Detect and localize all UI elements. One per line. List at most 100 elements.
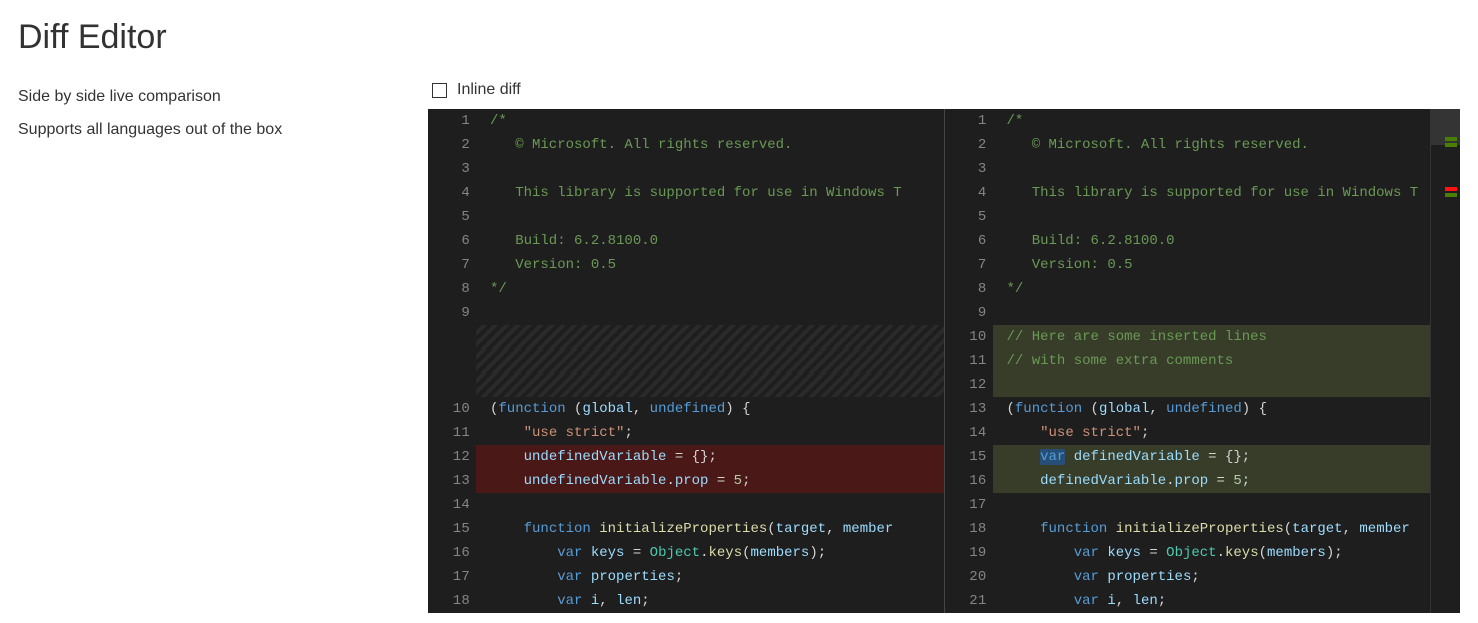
line-number: 9	[428, 301, 476, 325]
line-number: 2	[945, 133, 993, 157]
code-left[interactable]: /* © Microsoft. All rights reserved. Thi…	[476, 109, 944, 613]
line-number: 1	[945, 109, 993, 133]
overview-removed-mark[interactable]	[1445, 187, 1457, 191]
line-number: 5	[428, 205, 476, 229]
code-line[interactable]: © Microsoft. All rights reserved.	[476, 133, 944, 157]
line-number: 16	[428, 541, 476, 565]
line-number: 2	[428, 133, 476, 157]
diff-editor[interactable]: 123456789101112-13-1415161718 /* © Micro…	[428, 109, 1460, 613]
line-number: 13	[945, 397, 993, 421]
line-number: 3	[428, 157, 476, 181]
line-number: 11+	[945, 349, 993, 373]
inline-diff-label: Inline diff	[457, 81, 521, 99]
code-line[interactable]: undefinedVariable = {};	[476, 445, 944, 469]
line-number: 4	[428, 181, 476, 205]
inline-diff-checkbox[interactable]	[432, 83, 447, 98]
line-number: 15+	[945, 445, 993, 469]
line-number: 19	[945, 541, 993, 565]
line-number: 8	[945, 277, 993, 301]
feature-description: Side by side live comparison Supports al…	[18, 81, 398, 613]
overview-added-mark[interactable]	[1445, 193, 1457, 197]
code-line[interactable]: "use strict";	[476, 421, 944, 445]
line-number: 18	[428, 589, 476, 613]
code-line[interactable]: Build: 6.2.8100.0	[476, 229, 944, 253]
code-line[interactable]: // with some extra comments	[993, 349, 1461, 373]
code-line[interactable]: function initializeProperties(target, me…	[993, 517, 1461, 541]
code-line[interactable]: undefinedVariable.prop = 5;	[476, 469, 944, 493]
code-line[interactable]: */	[993, 277, 1461, 301]
description-line: Supports all languages out of the box	[18, 114, 398, 147]
code-line[interactable]	[476, 301, 944, 325]
code-line[interactable]: var properties;	[476, 565, 944, 589]
code-line[interactable]: Version: 0.5	[476, 253, 944, 277]
code-line[interactable]: var definedVariable = {};	[993, 445, 1461, 469]
line-number: 11	[428, 421, 476, 445]
code-line[interactable]: var i, len;	[993, 589, 1461, 613]
code-line[interactable]: (function (global, undefined) {	[476, 397, 944, 421]
code-line[interactable]: // Here are some inserted lines	[993, 325, 1461, 349]
line-number: 16+	[945, 469, 993, 493]
line-number	[428, 349, 476, 373]
line-number: 14	[428, 493, 476, 517]
line-number: 7	[428, 253, 476, 277]
code-line[interactable]: © Microsoft. All rights reserved.	[993, 133, 1461, 157]
code-line[interactable]: var keys = Object.keys(members);	[476, 541, 944, 565]
line-number: 13-	[428, 469, 476, 493]
line-number: 10	[428, 397, 476, 421]
line-number: 8	[428, 277, 476, 301]
line-number: 6	[428, 229, 476, 253]
line-gutter-right: 12345678910+11+12+131415+16+1718192021	[945, 109, 993, 613]
code-line[interactable]	[476, 205, 944, 229]
code-line[interactable]	[476, 493, 944, 517]
line-number: 17	[945, 493, 993, 517]
code-line[interactable]: Build: 6.2.8100.0	[993, 229, 1461, 253]
line-number: 14	[945, 421, 993, 445]
code-line[interactable]: "use strict";	[993, 421, 1461, 445]
code-line[interactable]: This library is supported for use in Win…	[993, 181, 1461, 205]
line-number	[428, 373, 476, 397]
code-line[interactable]: function initializeProperties(target, me…	[476, 517, 944, 541]
code-line[interactable]: */	[476, 277, 944, 301]
code-line[interactable]: var i, len;	[476, 589, 944, 613]
line-gutter-left: 123456789 101112-13-1415161718	[428, 109, 476, 613]
line-number: 10+	[945, 325, 993, 349]
line-number: 21	[945, 589, 993, 613]
diff-original-pane[interactable]: 123456789 101112-13-1415161718 /* © Micro…	[428, 109, 945, 613]
line-number: 12-	[428, 445, 476, 469]
line-number: 18	[945, 517, 993, 541]
code-line[interactable]: (function (global, undefined) {	[993, 397, 1461, 421]
line-number: 6	[945, 229, 993, 253]
overview-ruler[interactable]	[1430, 109, 1460, 613]
code-line[interactable]	[476, 157, 944, 181]
line-number: 1	[428, 109, 476, 133]
line-number: 3	[945, 157, 993, 181]
code-line[interactable]	[993, 157, 1461, 181]
diff-modified-pane[interactable]: 12345678910+11+12+131415+16+1718192021 /…	[945, 109, 1461, 613]
code-line[interactable]: var properties;	[993, 565, 1461, 589]
code-right[interactable]: /* © Microsoft. All rights reserved. Thi…	[993, 109, 1461, 613]
line-number: 17	[428, 565, 476, 589]
line-number: 5	[945, 205, 993, 229]
code-line[interactable]	[476, 373, 944, 397]
code-line[interactable]	[993, 493, 1461, 517]
line-number: 20	[945, 565, 993, 589]
code-line[interactable]	[476, 349, 944, 373]
line-number: 7	[945, 253, 993, 277]
line-number: 15	[428, 517, 476, 541]
code-line[interactable]	[993, 373, 1461, 397]
code-line[interactable]	[993, 205, 1461, 229]
code-line[interactable]	[476, 325, 944, 349]
code-line[interactable]: /*	[993, 109, 1461, 133]
description-line: Side by side live comparison	[18, 81, 398, 114]
overview-added-mark[interactable]	[1445, 137, 1457, 141]
code-line[interactable]	[993, 301, 1461, 325]
line-number: 9	[945, 301, 993, 325]
code-line[interactable]: definedVariable.prop = 5;	[993, 469, 1461, 493]
code-line[interactable]: var keys = Object.keys(members);	[993, 541, 1461, 565]
overview-added-mark[interactable]	[1445, 143, 1457, 147]
code-line[interactable]: /*	[476, 109, 944, 133]
line-number: 12+	[945, 373, 993, 397]
line-number: 4	[945, 181, 993, 205]
code-line[interactable]: This library is supported for use in Win…	[476, 181, 944, 205]
code-line[interactable]: Version: 0.5	[993, 253, 1461, 277]
